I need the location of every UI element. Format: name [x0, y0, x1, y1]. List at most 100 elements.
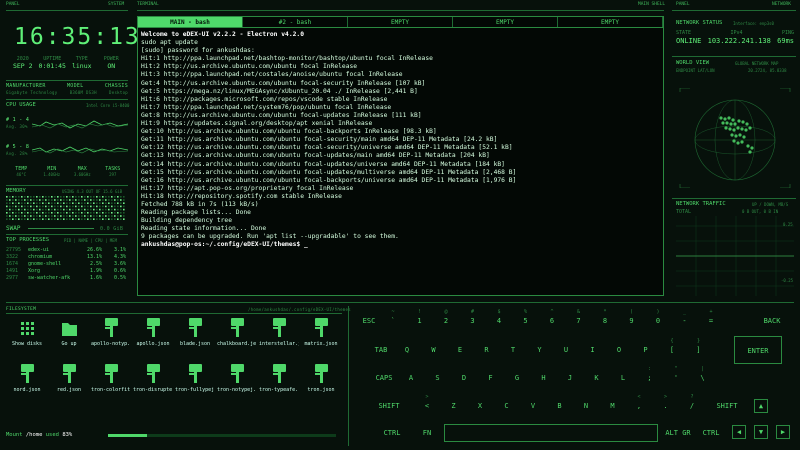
file-item[interactable]: red.json: [48, 364, 90, 404]
key-shift[interactable]: SHIFT: [374, 399, 404, 415]
key-g[interactable]: G: [506, 371, 528, 387]
terminal-output[interactable]: Welcome to eDEX-UI v2.2.2 - Electron v4.…: [138, 28, 663, 253]
file-item[interactable]: tron-typeafe...: [258, 364, 300, 404]
file-item[interactable]: Show disks: [6, 318, 48, 358]
key-3[interactable]: #3: [462, 309, 484, 330]
key-9[interactable]: (9: [621, 309, 643, 330]
key-o[interactable]: O: [608, 343, 630, 359]
file-item[interactable]: tron-notypej...: [216, 364, 258, 404]
key-n[interactable]: N: [575, 399, 597, 415]
network-status-values: ONLINE 103.222.241.138 69ms: [676, 37, 794, 45]
key-symbol[interactable]: + =: [700, 309, 722, 330]
key-c[interactable]: C: [496, 399, 518, 415]
key-p[interactable]: P: [635, 343, 657, 359]
key-z[interactable]: Z: [443, 399, 465, 415]
tab-empty-3[interactable]: EMPTY: [348, 17, 453, 27]
key-symbol[interactable]: >.: [655, 394, 677, 415]
key-t[interactable]: T: [502, 343, 524, 359]
key-d[interactable]: D: [453, 371, 475, 387]
tab-main-bash[interactable]: MAIN - bash: [138, 17, 243, 27]
tab-empty-4[interactable]: EMPTY: [453, 17, 558, 27]
key-symbol[interactable]: ? /: [681, 394, 703, 415]
key-h[interactable]: H: [533, 371, 555, 387]
key-arrow-right[interactable]: ▶: [776, 425, 790, 439]
key-l[interactable]: L: [612, 371, 634, 387]
key-space[interactable]: [444, 424, 658, 442]
key-esc[interactable]: ESC: [358, 314, 380, 330]
process-table: 27795 edex-ui 26.6% 3.1% 3322 chromium 13.1% 4…: [6, 247, 128, 282]
key-v[interactable]: V: [522, 399, 544, 415]
key-back[interactable]: BACK: [752, 314, 792, 330]
key-enter[interactable]: ENTER: [734, 336, 782, 364]
file-item[interactable]: blade.json: [174, 318, 216, 358]
key-r[interactable]: R: [476, 343, 498, 359]
key-a[interactable]: A: [400, 371, 422, 387]
key-tab[interactable]: TAB: [368, 343, 394, 359]
file-item[interactable]: tron-colorfit...: [90, 364, 132, 404]
file-item[interactable]: interstellar.js...: [258, 318, 300, 358]
network-traffic-graph: [676, 216, 794, 296]
file-item[interactable]: chalkboard.je...: [216, 318, 258, 358]
key-symbol[interactable]: {[: [661, 338, 683, 359]
key-2[interactable]: @2: [435, 309, 457, 330]
key-j[interactable]: J: [559, 371, 581, 387]
file-item-label: tron-notypej...: [217, 387, 257, 393]
key-s[interactable]: S: [427, 371, 449, 387]
file-item[interactable]: Go up: [48, 318, 90, 358]
key-7[interactable]: & 7: [568, 309, 590, 330]
key-y[interactable]: Y: [529, 343, 551, 359]
key-ctrl-right[interactable]: CTRL: [698, 426, 724, 442]
tab-bash-2[interactable]: #2 - bash: [243, 17, 348, 27]
key-1[interactable]: ! 1: [409, 309, 431, 330]
key-symbol[interactable]: > <: [416, 394, 438, 415]
key-e[interactable]: E: [449, 343, 471, 359]
theme-roller-icon: [61, 364, 78, 384]
key-symbol[interactable]: <,: [628, 394, 650, 415]
key-symbol[interactable]: _ -: [674, 309, 696, 330]
key-x[interactable]: X: [469, 399, 491, 415]
key-6[interactable]: ^ 6: [541, 309, 563, 330]
file-item[interactable]: matrix.json: [300, 318, 342, 358]
terminal-window[interactable]: MAIN - bash #2 - bash EMPTY EMPTY EMPTY …: [137, 16, 664, 296]
file-item[interactable]: apollo-notyp...: [90, 318, 132, 358]
key-shift[interactable]: SHIFT: [712, 399, 742, 415]
tab-empty-5[interactable]: EMPTY: [558, 17, 663, 27]
theme-roller-icon: [313, 318, 330, 338]
key-4[interactable]: $4: [488, 309, 510, 330]
mount-usage-bar: [108, 434, 336, 437]
memory-usage: USING 4.3 OUT OF 15.6 GiB: [62, 189, 123, 194]
key-ctrl[interactable]: CTRL: [378, 426, 406, 442]
file-item[interactable]: tron.json: [300, 364, 342, 404]
terminal-line: Get:4 http://us.archive.ubuntu.com/ubunt…: [141, 79, 426, 87]
theme-roller-icon: [271, 318, 288, 338]
key-arrow-left[interactable]: ◀: [732, 425, 746, 439]
key-symbol[interactable]: " ': [665, 366, 687, 387]
file-item[interactable]: tron-fullypej...: [174, 364, 216, 404]
key-k[interactable]: K: [586, 371, 608, 387]
key-fn[interactable]: FN: [416, 426, 438, 442]
key-symbol[interactable]: }]: [688, 338, 710, 359]
key-b[interactable]: B: [549, 399, 571, 415]
key-symbol[interactable]: :;: [639, 366, 661, 387]
key-arrow-down[interactable]: ▼: [754, 425, 768, 439]
file-item[interactable]: nord.json: [6, 364, 48, 404]
key-0[interactable]: ) 0: [647, 309, 669, 330]
world-globe[interactable]: [676, 88, 794, 188]
panel-right-label: PANEL: [676, 2, 690, 7]
key-symbol[interactable]: ~ `: [382, 309, 404, 330]
key-caps[interactable]: CAPS: [370, 371, 398, 387]
endpoint-value: 20.2724, 85.8338: [748, 68, 787, 73]
key-i[interactable]: I: [582, 343, 604, 359]
key-w[interactable]: W: [423, 343, 445, 359]
key-f[interactable]: F: [480, 371, 502, 387]
file-item[interactable]: apollo.json: [132, 318, 174, 358]
key-8[interactable]: * 8: [594, 309, 616, 330]
key-altgr[interactable]: ALT GR: [662, 426, 694, 442]
key-symbol[interactable]: | \: [692, 366, 714, 387]
key-m[interactable]: M: [602, 399, 624, 415]
key-5[interactable]: % 5: [515, 309, 537, 330]
key-arrow-up[interactable]: ▲: [754, 399, 768, 413]
key-q[interactable]: Q: [396, 343, 418, 359]
key-u[interactable]: U: [555, 343, 577, 359]
file-item[interactable]: tron-disrupte...: [132, 364, 174, 404]
